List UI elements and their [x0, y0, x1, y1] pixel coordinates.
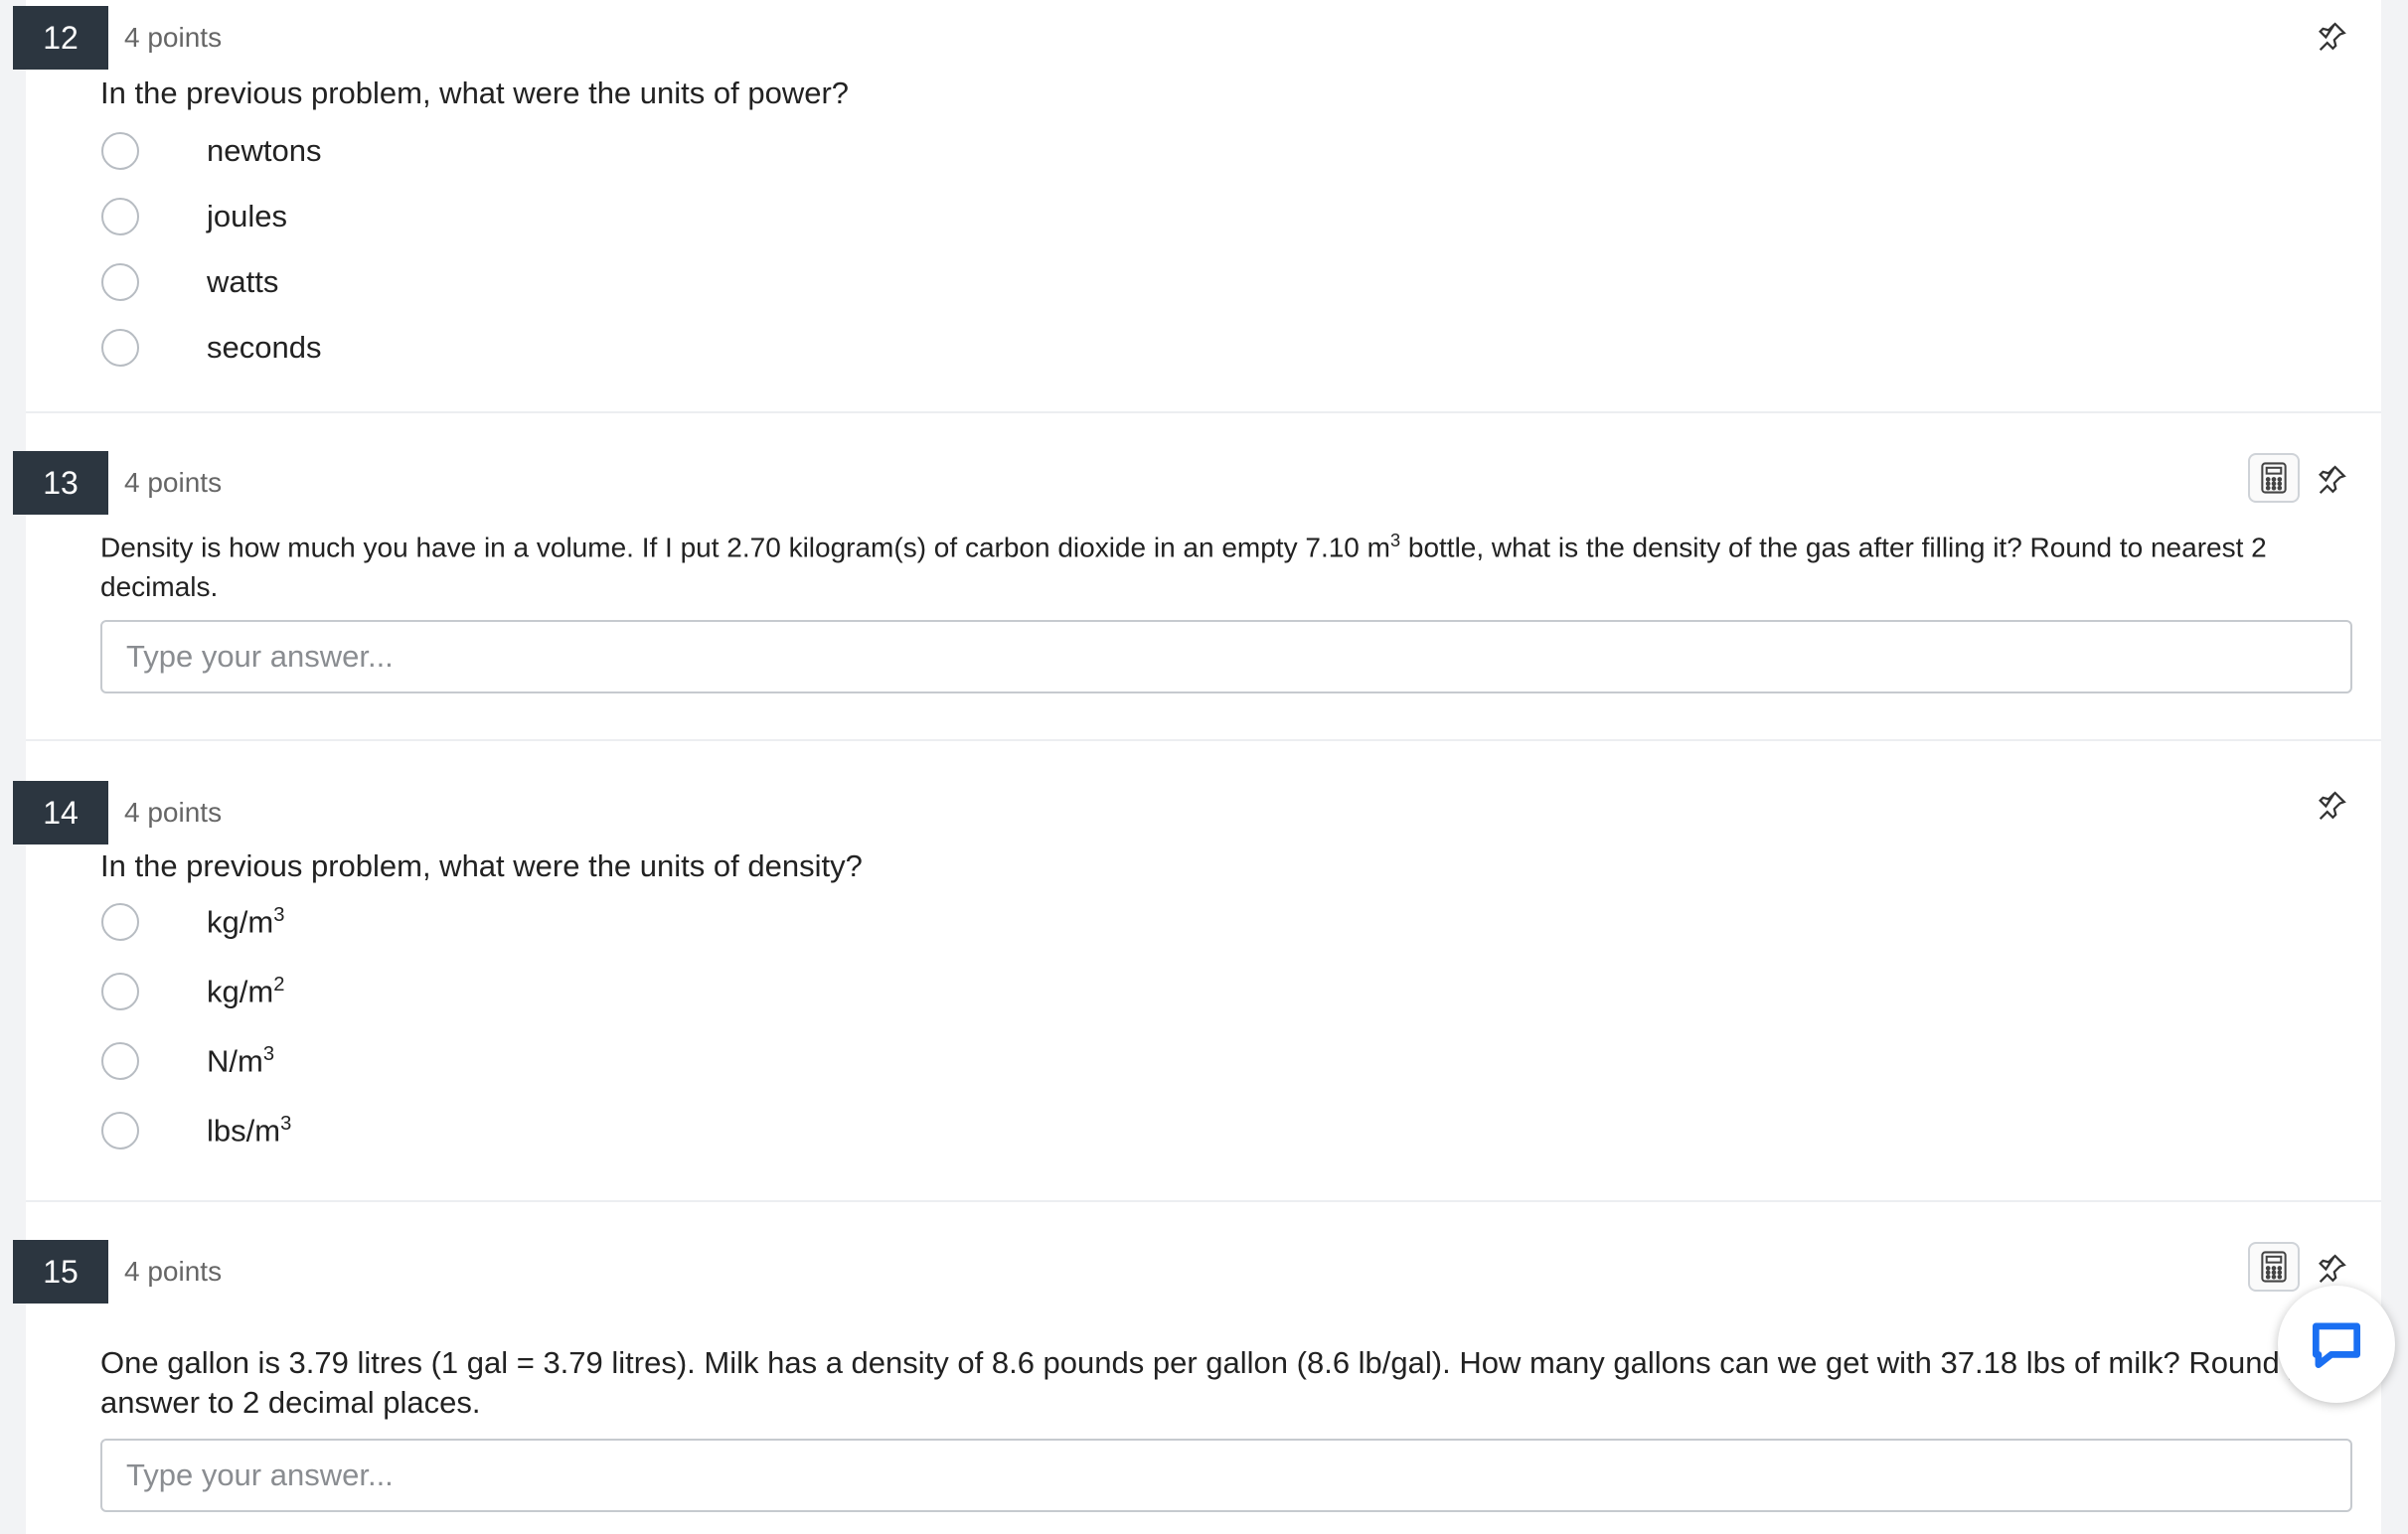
prompt-text: Density is how much you have in a volume… [100, 532, 1390, 563]
option-label: kg/m3 [207, 904, 284, 940]
answer-option[interactable]: lbs/m3 [101, 1109, 291, 1152]
question-prompt: One gallon is 3.79 litres (1 gal = 3.79 … [100, 1345, 2348, 1420]
calculator-icon[interactable] [2248, 1242, 2300, 1292]
answer-option[interactable]: seconds [101, 326, 321, 370]
question-number: 12 [13, 6, 108, 70]
question-points: 4 points [124, 1256, 223, 1287]
pin-icon[interactable] [2312, 16, 2351, 56]
radio-button[interactable] [101, 973, 139, 1010]
option-label: lbs/m3 [207, 1113, 291, 1149]
answer-option[interactable]: newtons [101, 129, 321, 173]
question-points: 4 points [124, 797, 223, 828]
option-label: newtons [207, 133, 322, 168]
question-number: 14 [13, 781, 108, 844]
answer-option[interactable]: kg/m3 [101, 900, 284, 944]
option-label: N/m3 [207, 1043, 274, 1079]
question-number: 13 [13, 451, 108, 515]
radio-button[interactable] [101, 132, 139, 170]
unit-base: kg/m [207, 974, 274, 1009]
pin-icon[interactable] [2312, 459, 2351, 499]
chat-bubble-icon [2312, 1322, 2361, 1369]
answer-option[interactable]: joules [101, 195, 287, 238]
radio-button[interactable] [101, 329, 139, 367]
radio-button[interactable] [101, 1042, 139, 1080]
option-label: seconds [207, 330, 322, 365]
unit-base: lbs/m [207, 1113, 281, 1149]
answer-option[interactable]: kg/m2 [101, 970, 284, 1013]
superscript: 3 [273, 903, 285, 926]
question-number: 15 [13, 1240, 108, 1304]
unit-base: N/m [207, 1043, 263, 1079]
question-prompt: In the previous problem, what were the u… [100, 848, 863, 883]
superscript: 3 [1389, 531, 1401, 550]
quiz-sheet-continued: 15 4 points One gallon is 3.79 litres (1… [13, 1202, 2381, 1534]
superscript: 3 [262, 1042, 275, 1065]
question-points: 4 points [124, 22, 223, 53]
answer-input[interactable] [100, 1439, 2352, 1512]
answer-input[interactable] [100, 620, 2352, 693]
radio-button[interactable] [101, 903, 139, 941]
chat-widget-button[interactable] [2278, 1286, 2395, 1403]
radio-button[interactable] [101, 263, 139, 301]
option-label: joules [207, 199, 287, 233]
superscript: 2 [273, 973, 285, 996]
superscript: 3 [280, 1112, 292, 1135]
pin-icon[interactable] [2312, 1248, 2351, 1288]
answer-option[interactable]: N/m3 [101, 1039, 274, 1083]
radio-button[interactable] [101, 198, 139, 235]
question-prompt: In the previous problem, what were the u… [100, 76, 850, 110]
option-label: watts [207, 264, 279, 299]
radio-button[interactable] [101, 1112, 139, 1150]
pin-icon[interactable] [2312, 785, 2351, 825]
unit-base: kg/m [207, 904, 274, 940]
calculator-icon[interactable] [2248, 453, 2300, 503]
option-label: kg/m2 [207, 974, 284, 1009]
answer-option[interactable]: watts [101, 260, 278, 304]
question-prompt: Density is how much you have in a volume… [100, 521, 2386, 607]
question-points: 4 points [124, 467, 223, 498]
